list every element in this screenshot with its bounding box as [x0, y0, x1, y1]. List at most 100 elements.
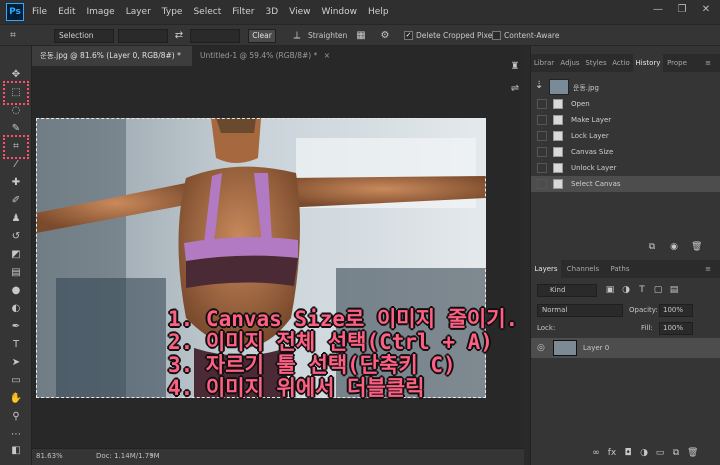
- tab-document-1[interactable]: 운동.jpg @ 81.6% (Layer 0, RGB/8#) * ×: [32, 46, 192, 80]
- menu-filter[interactable]: Filter: [232, 7, 254, 17]
- opacity-field[interactable]: 100%: [659, 304, 693, 317]
- history-snapshot[interactable]: ⇣ 운동.jpg: [531, 76, 720, 98]
- tab-properties[interactable]: Prope: [663, 54, 691, 72]
- right-panel: Librar Adjus Styles Actio History Prope …: [530, 46, 720, 465]
- hand-tool-icon[interactable]: ✋: [9, 392, 23, 406]
- history-source-checkbox[interactable]: [537, 99, 547, 109]
- history-item[interactable]: Make Layer: [531, 112, 720, 128]
- content-aware-checkbox[interactable]: [492, 31, 501, 40]
- eyedropper-tool-icon[interactable]: ⁄: [9, 158, 23, 172]
- clear-button[interactable]: Clear: [248, 29, 276, 43]
- filter-adjust-icon[interactable]: ◑: [621, 285, 631, 295]
- fill-field[interactable]: 100%: [659, 322, 693, 335]
- new-layer-icon[interactable]: ⧉: [671, 448, 681, 458]
- history-item-selected[interactable]: Select Canvas: [531, 176, 720, 192]
- tab-history[interactable]: History: [633, 54, 663, 72]
- zoom-tool-icon[interactable]: ⚲: [9, 410, 23, 424]
- maximize-button[interactable]: ❐: [672, 4, 692, 18]
- gear-icon[interactable]: ⚙: [378, 29, 392, 43]
- fx-icon[interactable]: fx: [607, 448, 617, 458]
- menu-window[interactable]: Window: [322, 7, 358, 17]
- blur-tool-icon[interactable]: ●: [9, 284, 23, 298]
- menu-type[interactable]: Type: [162, 7, 183, 17]
- tab-paths[interactable]: Paths: [605, 260, 635, 278]
- mask-icon[interactable]: ◘: [623, 448, 633, 458]
- filter-shape-icon[interactable]: ▢: [653, 285, 663, 295]
- delete-cropped-checkbox[interactable]: ✓: [404, 31, 413, 40]
- layer-row[interactable]: ◎ Layer 0: [531, 338, 720, 358]
- tab-adjustments[interactable]: Adjus: [557, 54, 583, 72]
- history-item[interactable]: Unlock Layer: [531, 160, 720, 176]
- pen-tool-icon[interactable]: ✒: [9, 320, 23, 334]
- healing-brush-tool-icon[interactable]: ✚: [9, 176, 23, 190]
- ratio-select[interactable]: Selection: [54, 29, 114, 43]
- menu-edit[interactable]: Edit: [58, 7, 75, 17]
- camera-icon[interactable]: ◉: [669, 242, 679, 252]
- brush-tool-icon[interactable]: ✐: [9, 194, 23, 208]
- swap-icon[interactable]: ⇄: [172, 29, 186, 43]
- dodge-tool-icon[interactable]: ◐: [9, 302, 23, 316]
- menu-3d[interactable]: 3D: [266, 7, 279, 17]
- blend-mode-select[interactable]: Normal: [537, 304, 623, 317]
- tab-document-2[interactable]: Untitled-1 @ 59.4% (RGB/8#) * ×: [192, 46, 342, 66]
- straighten-button[interactable]: Straighten: [308, 31, 347, 40]
- filter-smart-icon[interactable]: ▤: [669, 285, 679, 295]
- menu-select[interactable]: Select: [193, 7, 221, 17]
- width-field[interactable]: [118, 29, 168, 43]
- menu-file[interactable]: File: [32, 7, 47, 17]
- layer-name[interactable]: Layer 0: [583, 344, 609, 352]
- minimize-button[interactable]: —: [648, 4, 668, 18]
- history-brush-panel-icon[interactable]: ♜: [508, 60, 522, 74]
- properties-panel-icon[interactable]: ⇌: [508, 82, 522, 96]
- adjustment-layer-icon[interactable]: ◑: [639, 448, 649, 458]
- layers-menu-icon[interactable]: ≡: [701, 260, 715, 278]
- menu-view[interactable]: View: [289, 7, 310, 17]
- overlay-grid-icon[interactable]: ▦: [354, 29, 368, 43]
- lasso-tool-icon[interactable]: ◌: [9, 104, 23, 118]
- rectangle-tool-icon[interactable]: ▭: [9, 374, 23, 388]
- menu-layer[interactable]: Layer: [126, 7, 151, 17]
- link-layers-icon[interactable]: ∞: [591, 448, 601, 458]
- straighten-icon[interactable]: ⟂: [290, 29, 304, 43]
- tab-styles[interactable]: Styles: [583, 54, 609, 72]
- history-source-checkbox[interactable]: [537, 131, 547, 141]
- eraser-tool-icon[interactable]: ◩: [9, 248, 23, 262]
- filter-type-icon[interactable]: T: [637, 285, 647, 295]
- move-tool-icon[interactable]: ✥: [9, 68, 23, 82]
- new-document-from-state-icon[interactable]: ⧉: [647, 242, 657, 252]
- close-tab-icon[interactable]: ×: [324, 51, 330, 60]
- history-item[interactable]: Canvas Size: [531, 144, 720, 160]
- trash-icon[interactable]: 🗑: [691, 242, 702, 252]
- visibility-eye-icon[interactable]: ◎: [537, 343, 545, 353]
- history-source-checkbox[interactable]: [537, 163, 547, 173]
- menu-image[interactable]: Image: [87, 7, 115, 17]
- crop-tool-preset-icon[interactable]: ⌗: [6, 29, 20, 43]
- filter-pixel-icon[interactable]: ▣: [605, 285, 615, 295]
- history-source-checkbox[interactable]: [537, 147, 547, 157]
- panel-menu-icon[interactable]: ≡: [701, 54, 715, 72]
- group-icon[interactable]: ▭: [655, 448, 665, 458]
- tab-channels[interactable]: Channels: [563, 260, 603, 278]
- history-item[interactable]: Open: [531, 96, 720, 112]
- color-swatches-icon[interactable]: ◧: [9, 444, 23, 458]
- status-arrow-icon[interactable]: ›: [150, 451, 153, 459]
- history-source-checkbox[interactable]: [537, 115, 547, 125]
- height-field[interactable]: [190, 29, 240, 43]
- menu-help[interactable]: Help: [368, 7, 389, 17]
- gradient-tool-icon[interactable]: ▤: [9, 266, 23, 280]
- quick-select-tool-icon[interactable]: ✎: [9, 122, 23, 136]
- history-source-checkbox[interactable]: [537, 179, 547, 189]
- zoom-level[interactable]: 81.63%: [36, 452, 63, 460]
- path-select-tool-icon[interactable]: ➤: [9, 356, 23, 370]
- type-tool-icon[interactable]: T: [9, 338, 23, 352]
- tab-libraries[interactable]: Librar: [531, 54, 557, 72]
- history-item[interactable]: Lock Layer: [531, 128, 720, 144]
- more-tools-icon[interactable]: ⋯: [9, 428, 23, 442]
- clone-stamp-tool-icon[interactable]: ♟: [9, 212, 23, 226]
- layer-filter-select[interactable]: Kind: [537, 284, 597, 297]
- close-button[interactable]: ✕: [696, 4, 716, 18]
- tab-layers[interactable]: Layers: [531, 260, 561, 278]
- delete-layer-icon[interactable]: 🗑: [687, 448, 698, 458]
- tab-actions[interactable]: Actio: [609, 54, 633, 72]
- history-brush-tool-icon[interactable]: ↺: [9, 230, 23, 244]
